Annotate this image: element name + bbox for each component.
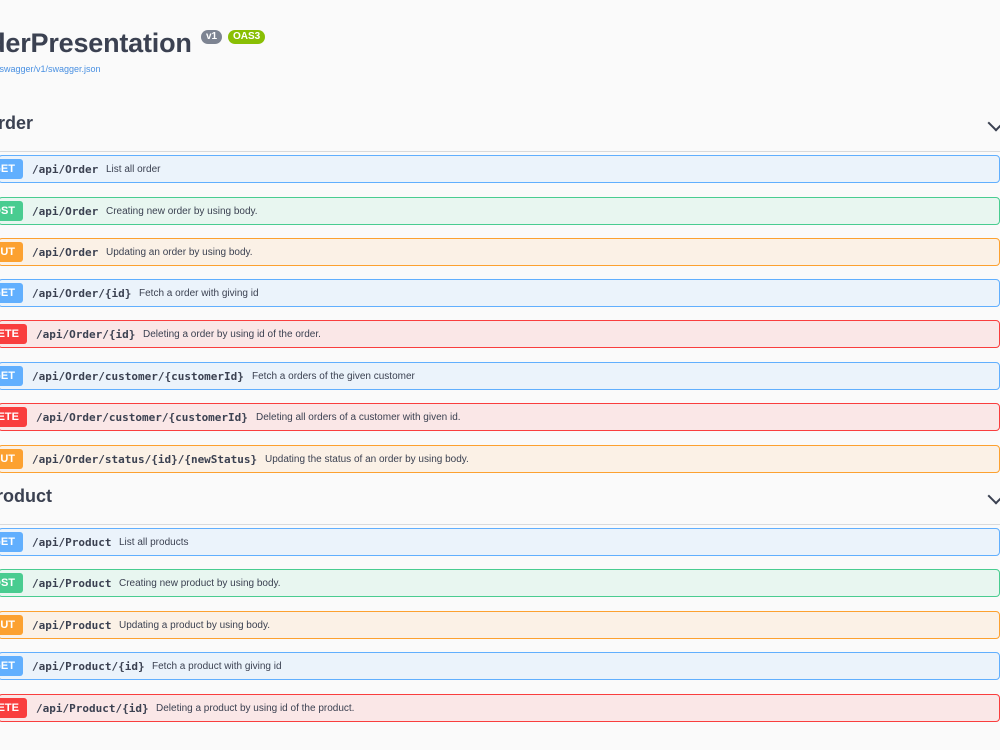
operation-path: /api/Product [32, 536, 112, 549]
version-badge: v1 [201, 30, 223, 44]
operation-get-api-order-customer[interactable]: GET /api/Order/customer/{customerId} Fet… [0, 362, 1000, 390]
operation-summary: Deleting all orders of a customer with g… [256, 412, 461, 423]
operation-path: /api/Product/{id} [32, 660, 145, 673]
operation-summary: List all order [106, 164, 161, 175]
operation-summary: Deleting a order by using id of the orde… [143, 329, 321, 340]
operation-path: /api/Order/{id} [36, 328, 136, 341]
method-badge: GET [0, 159, 23, 179]
operation-summary: Creating new order by using body. [106, 206, 258, 217]
spec-url-link[interactable]: /swagger/v1/swagger.json [0, 64, 101, 74]
operation-summary: Creating new product by using body. [119, 578, 281, 589]
operation-get-api-order-id[interactable]: GET /api/Order/{id} Fetch a order with g… [0, 279, 1000, 307]
operation-path: /api/Order [32, 246, 99, 259]
operation-path: /api/Order/customer/{customerId} [36, 411, 248, 424]
operation-summary: Fetch a order with giving id [139, 288, 259, 299]
method-badge: POST [0, 201, 23, 221]
operation-put-api-order-status[interactable]: PUT /api/Order/status/{id}/{newStatus} U… [0, 445, 1000, 473]
operation-get-api-product[interactable]: GET /api/Product List all products [0, 528, 1000, 556]
operation-summary: Fetch a orders of the given customer [252, 371, 415, 382]
operation-summary: Updating an order by using body. [106, 247, 253, 258]
method-badge: DELETE [0, 324, 27, 344]
operation-put-api-product[interactable]: PUT /api/Product Updating a product by u… [0, 611, 1000, 639]
api-title: OrderPresentation [0, 28, 192, 58]
operation-summary: Fetch a product with giving id [152, 661, 282, 672]
chevron-down-icon[interactable] [987, 487, 1000, 505]
chevron-down-icon[interactable] [987, 114, 1000, 132]
operation-summary: Updating a product by using body. [119, 620, 271, 631]
method-badge: DELETE [0, 698, 27, 718]
tag-name-product: Product [0, 486, 53, 506]
operation-summary: Updating the status of an order by using… [265, 454, 469, 465]
operation-delete-api-order-customer[interactable]: DELETE /api/Order/customer/{customerId} … [0, 403, 1000, 431]
operation-put-api-order[interactable]: PUT /api/Order Updating an order by usin… [0, 238, 1000, 266]
operation-get-api-order[interactable]: GET /api/Order List all order [0, 155, 1000, 183]
method-badge: PUT [0, 615, 23, 635]
operation-path: /api/Order [32, 163, 99, 176]
operation-path: /api/Product [32, 577, 112, 590]
method-badge: POST [0, 573, 23, 593]
method-badge: GET [0, 656, 23, 676]
method-badge: GET [0, 283, 23, 303]
operation-get-api-product-id[interactable]: GET /api/Product/{id} Fetch a product wi… [0, 652, 1000, 680]
tag-section-order[interactable]: Order [0, 103, 1000, 152]
tag-section-product[interactable]: Product [0, 476, 1000, 525]
method-badge: GET [0, 532, 23, 552]
operation-path: /api/Order/customer/{customerId} [32, 370, 244, 383]
operation-summary: List all products [119, 537, 189, 548]
operation-path: /api/Order/{id} [32, 287, 132, 300]
method-badge: PUT [0, 449, 23, 469]
operation-post-api-product[interactable]: POST /api/Product Creating new product b… [0, 569, 1000, 597]
method-badge: GET [0, 366, 23, 386]
operation-path: /api/Product [32, 619, 112, 632]
oas-badge: OAS3 [228, 30, 266, 44]
operation-path: /api/Order/status/{id}/{newStatus} [32, 453, 258, 466]
operation-post-api-order[interactable]: POST /api/Order Creating new order by us… [0, 197, 1000, 225]
method-badge: PUT [0, 242, 23, 262]
operation-delete-api-product-id[interactable]: DELETE /api/Product/{id} Deleting a prod… [0, 694, 1000, 722]
operation-path: /api/Order [32, 205, 99, 218]
operation-path: /api/Product/{id} [36, 702, 149, 715]
operation-summary: Deleting a product by using id of the pr… [156, 703, 355, 714]
tag-name-order: Order [0, 113, 34, 133]
method-badge: DELETE [0, 407, 27, 427]
operation-delete-api-order-id[interactable]: DELETE /api/Order/{id} Deleting a order … [0, 320, 1000, 348]
